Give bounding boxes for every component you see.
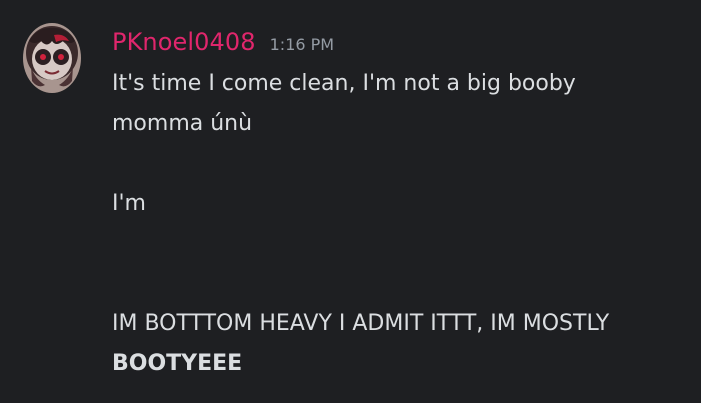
username[interactable]: PKnoel0408	[112, 28, 256, 56]
message-line: momma únù	[112, 111, 253, 136]
message-timestamp[interactable]: 1:16 PM	[270, 35, 334, 54]
message-line-bold: BOOTYEEE	[112, 351, 243, 376]
chat-message: PKnoel0408 1:16 PM It's time I come clea…	[0, 0, 701, 403]
message-line-blank	[112, 224, 692, 264]
user-avatar[interactable]	[23, 23, 81, 93]
avatar-icon	[23, 23, 81, 93]
message-line: IM BOTTTOM HEAVY I ADMIT ITTT, IM MOSTLY	[112, 311, 610, 336]
message-line: I'm	[112, 191, 146, 216]
message-content: It's time I come clean, I'm not a big bo…	[112, 64, 692, 384]
message-line: It's time I come clean, I'm not a big bo…	[112, 71, 576, 96]
message-header: PKnoel0408 1:16 PM	[112, 28, 334, 60]
message-line-blank	[112, 144, 692, 184]
message-line-blank	[112, 264, 692, 304]
